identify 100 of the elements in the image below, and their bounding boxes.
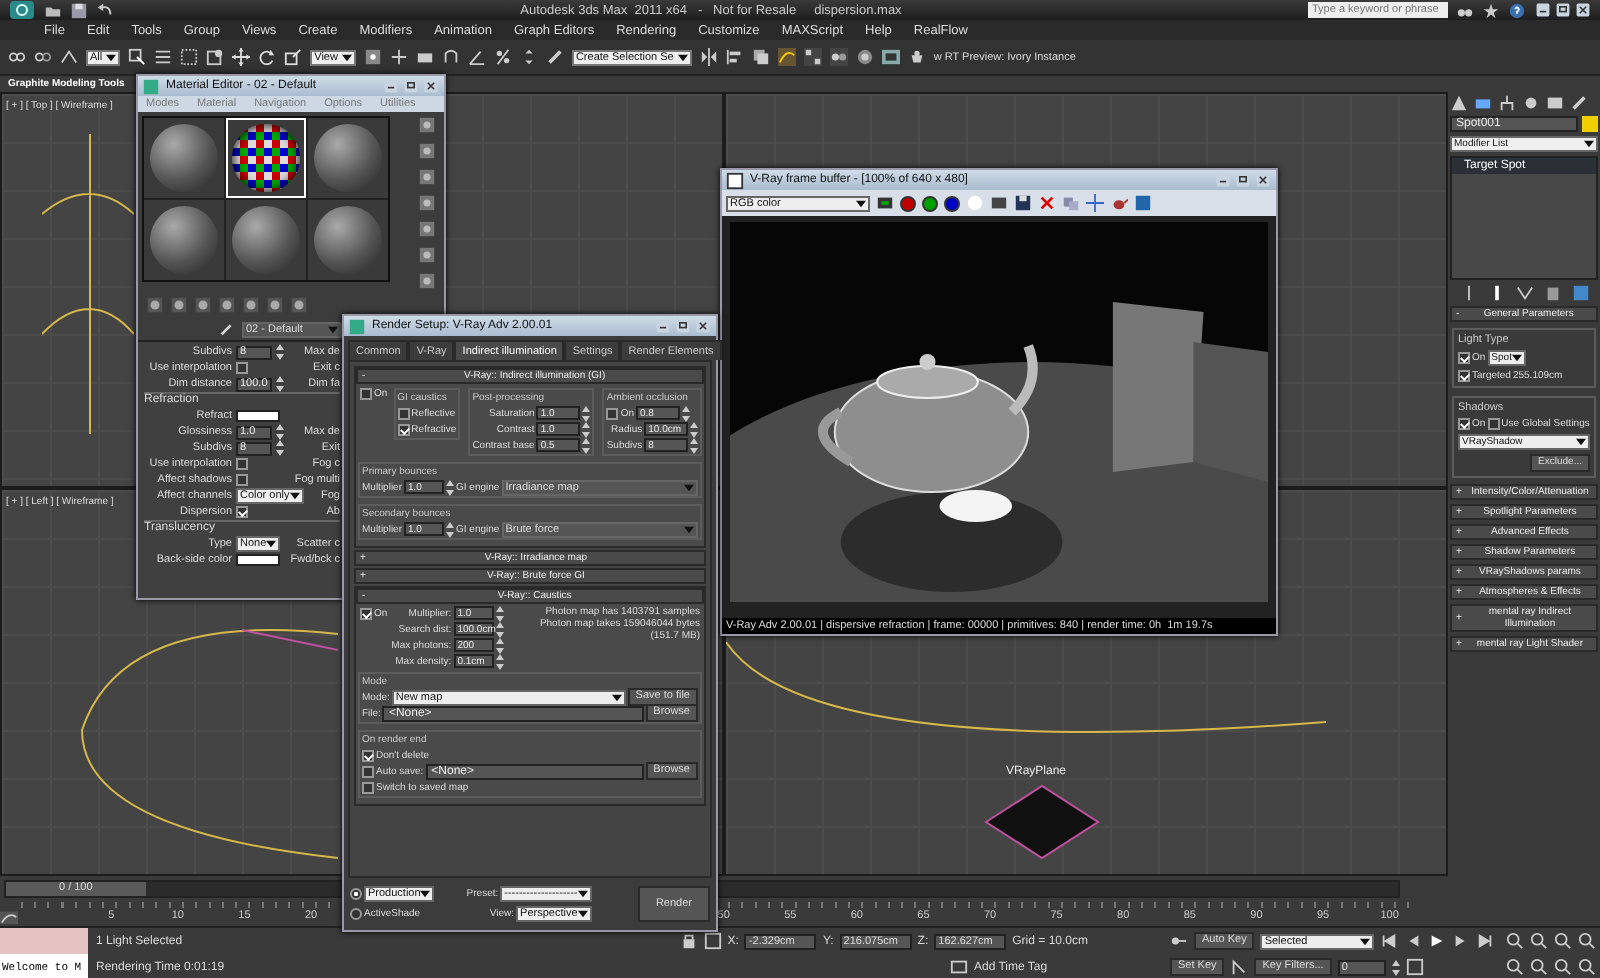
teapot-icon[interactable] <box>1110 194 1128 212</box>
next-frame-icon[interactable] <box>1452 932 1470 950</box>
rotate-icon[interactable] <box>258 48 277 66</box>
motion-tab-icon[interactable] <box>1522 94 1540 112</box>
maximize-icon[interactable] <box>1234 172 1252 188</box>
checkbox[interactable] <box>397 407 410 419</box>
configure-icon[interactable] <box>1571 284 1589 302</box>
material-slot[interactable] <box>226 118 306 198</box>
snap-icon[interactable] <box>441 48 460 66</box>
spinner-arrows-icon[interactable] <box>446 521 455 537</box>
lock-icon[interactable] <box>679 932 698 950</box>
rectangle-selection-icon[interactable] <box>180 48 199 66</box>
spinner-arrows-icon[interactable] <box>276 344 284 360</box>
absolute-mode-icon[interactable] <box>703 932 722 950</box>
close-icon[interactable] <box>694 318 712 334</box>
mini-curve-editor-icon[interactable] <box>0 908 18 926</box>
maximize-icon[interactable] <box>1554 2 1572 18</box>
create-tab-icon[interactable] <box>1450 94 1468 112</box>
spinner-arrows-icon[interactable] <box>276 440 284 456</box>
spinner-arrows-icon[interactable] <box>582 421 591 437</box>
link-icon[interactable] <box>8 48 26 66</box>
layer-manager-icon[interactable] <box>751 48 770 66</box>
render-icon[interactable] <box>907 48 926 66</box>
spinner-arrows-icon[interactable] <box>446 479 455 495</box>
spinner-arrows-icon[interactable] <box>1391 959 1400 975</box>
display-tab-icon[interactable] <box>1546 94 1564 112</box>
angle-snap-icon[interactable] <box>467 48 486 66</box>
color-swatch[interactable] <box>236 554 280 566</box>
bind-icon[interactable] <box>60 48 78 66</box>
edit-named-selection-icon[interactable] <box>545 48 564 66</box>
time-configuration-icon[interactable] <box>1405 958 1424 976</box>
star-icon[interactable] <box>1482 1 1500 19</box>
close-icon[interactable] <box>1574 2 1592 18</box>
scale-icon[interactable] <box>284 48 303 66</box>
unlink-icon[interactable] <box>34 48 52 66</box>
spinner-arrows-icon[interactable] <box>276 424 284 440</box>
duplicate-icon[interactable] <box>1062 194 1080 212</box>
lut-icon[interactable] <box>1134 194 1152 212</box>
checkbox[interactable] <box>397 423 410 435</box>
play-icon[interactable] <box>1428 932 1446 950</box>
hierarchy-tab-icon[interactable] <box>1498 94 1516 112</box>
save-icon[interactable] <box>70 1 88 19</box>
display-color-icon[interactable] <box>876 194 894 212</box>
mirror-icon[interactable] <box>699 48 718 66</box>
spinner-arrows-icon[interactable] <box>495 621 504 637</box>
schematic-view-icon[interactable] <box>803 48 822 66</box>
checkbox[interactable] <box>1458 370 1470 382</box>
checkbox[interactable] <box>362 765 374 777</box>
window-icon[interactable] <box>726 171 744 189</box>
clear-icon[interactable] <box>1038 194 1056 212</box>
script-listener-field[interactable] <box>0 928 88 954</box>
checkbox[interactable] <box>360 387 372 399</box>
channel-toggle[interactable] <box>922 195 938 211</box>
minimize-icon[interactable] <box>1534 2 1552 18</box>
percent-snap-icon[interactable] <box>493 48 512 66</box>
checkbox[interactable] <box>236 362 248 374</box>
spinner-arrows-icon[interactable] <box>276 376 284 392</box>
checkbox[interactable] <box>1487 418 1500 430</box>
checkbox[interactable] <box>236 506 248 518</box>
save-icon[interactable] <box>1014 194 1032 212</box>
channel-toggle[interactable] <box>900 195 916 211</box>
close-icon[interactable] <box>422 78 440 94</box>
maximize-icon[interactable] <box>674 318 692 334</box>
checkbox[interactable] <box>362 749 374 761</box>
spinner-arrows-icon[interactable] <box>582 437 591 453</box>
color-swatch[interactable] <box>236 410 280 422</box>
manipulate-icon[interactable] <box>389 48 408 66</box>
eyedropper-icon[interactable] <box>218 320 236 338</box>
radio-button[interactable] <box>350 908 362 920</box>
maximize-icon[interactable] <box>402 78 420 94</box>
spinner-arrows-icon[interactable] <box>682 405 690 421</box>
spinner-arrows-icon[interactable] <box>582 405 591 421</box>
spinner-arrows-icon[interactable] <box>495 637 504 653</box>
checkbox[interactable] <box>606 407 619 419</box>
checkbox[interactable] <box>360 607 372 619</box>
spinner-arrows-icon[interactable] <box>495 605 504 621</box>
move-icon[interactable] <box>232 48 251 66</box>
material-editor-icon[interactable] <box>829 48 848 66</box>
checkbox[interactable] <box>1458 418 1470 430</box>
spinner-arrows-icon[interactable] <box>690 421 699 437</box>
spinner-arrows-icon[interactable] <box>690 437 699 453</box>
checkbox[interactable] <box>362 781 374 793</box>
curve-editor-icon[interactable] <box>777 48 796 66</box>
window-crossing-icon[interactable] <box>206 48 225 66</box>
close-icon[interactable] <box>1254 172 1272 188</box>
monochrome-icon[interactable] <box>990 194 1008 212</box>
utilities-tab-icon[interactable] <box>1570 94 1588 112</box>
object-color-swatch[interactable] <box>1582 116 1598 132</box>
help-icon[interactable] <box>1508 1 1526 19</box>
render-setup-icon[interactable] <box>855 48 874 66</box>
zoom-icon[interactable] <box>1506 932 1524 950</box>
app-logo-icon[interactable] <box>8 0 36 20</box>
go-to-end-icon[interactable] <box>1476 932 1494 950</box>
select-object-icon[interactable] <box>128 48 147 66</box>
make-unique-icon[interactable] <box>1515 284 1533 302</box>
radio-button[interactable] <box>350 888 362 900</box>
key-icon[interactable] <box>1170 932 1188 950</box>
select-by-name-icon[interactable] <box>154 48 173 66</box>
channel-toggle[interactable] <box>944 195 960 211</box>
undo-icon[interactable] <box>96 1 114 19</box>
